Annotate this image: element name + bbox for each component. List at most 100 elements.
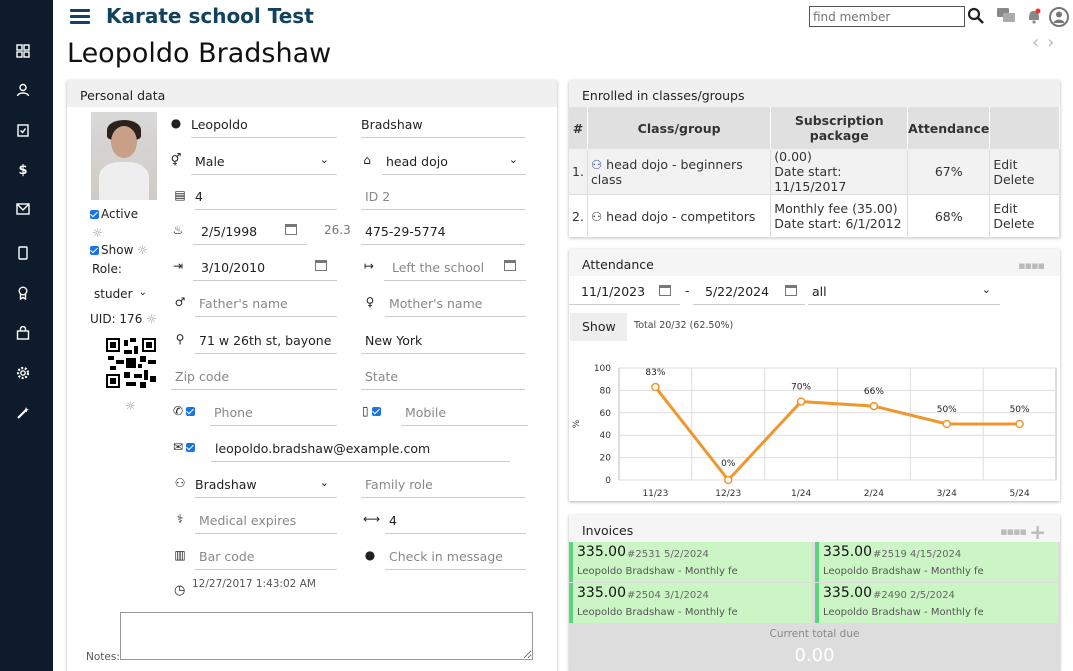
dollar-icon[interactable]: $ bbox=[15, 163, 31, 179]
checkin-message-field[interactable]: ● Check in message bbox=[365, 542, 526, 570]
add-invoice-icon[interactable]: + bbox=[1029, 520, 1046, 544]
id1-field[interactable]: ▤ 4 bbox=[174, 182, 337, 210]
email-checkbox[interactable] bbox=[186, 443, 196, 452]
prev-next-arrows[interactable]: ‹› bbox=[1032, 32, 1062, 53]
menu-icon[interactable] bbox=[70, 9, 90, 24]
column-header: Subscription package bbox=[770, 107, 909, 149]
x-tick-label: 12/23 bbox=[715, 489, 741, 499]
enrolled-header: Enrolled in classes/groups bbox=[569, 80, 1060, 107]
account-avatar-icon[interactable] bbox=[1049, 7, 1069, 27]
role-label: Role: bbox=[92, 262, 122, 276]
gender-select[interactable]: ⚥ Male ⌄ bbox=[171, 147, 337, 175]
dashboard-icon[interactable] bbox=[15, 44, 31, 60]
gear-icon[interactable] bbox=[15, 366, 31, 382]
search-input[interactable] bbox=[809, 6, 965, 27]
group-link[interactable]: ⚇ head dojo - competitors bbox=[587, 194, 772, 238]
invoice-item[interactable]: 335.00 #2519 4/15/2024 Leopoldo Bradshaw -… bbox=[815, 542, 1058, 582]
first-name-field[interactable]: ● Leopoldo bbox=[171, 110, 337, 138]
ssn-field[interactable]: 475-29-5774 bbox=[361, 217, 525, 245]
calendar-icon[interactable] bbox=[285, 224, 297, 235]
mail-icon[interactable] bbox=[15, 203, 31, 219]
user-icon[interactable] bbox=[15, 83, 31, 99]
calendar-icon[interactable] bbox=[659, 285, 671, 296]
male-icon: ♂ bbox=[174, 295, 186, 309]
barcode-field[interactable]: ▥ Bar code bbox=[174, 542, 337, 570]
attendance-show-button[interactable]: Show bbox=[570, 313, 627, 341]
table-header-row: # Class/group Subscription package Atten… bbox=[569, 107, 1060, 149]
address-field[interactable]: ⚲ 71 w 26th st, bayone bbox=[176, 326, 337, 354]
family-role-field[interactable]: Family role bbox=[361, 470, 525, 498]
family-select[interactable]: ⚇ Bradshaw ⌄ bbox=[175, 470, 337, 498]
lightbulb-icon[interactable]: ☼ bbox=[125, 399, 136, 413]
shopping-bag-icon[interactable] bbox=[15, 325, 31, 342]
x-tick-label: 2/24 bbox=[864, 489, 884, 499]
belt-field[interactable]: ⟷ 4 bbox=[363, 506, 526, 534]
attendance-value[interactable]: 68% bbox=[907, 194, 991, 238]
group-link[interactable]: ⚇ head dojo - beginners class bbox=[587, 149, 772, 195]
calendar-icon[interactable] bbox=[504, 260, 516, 271]
magic-wand-icon[interactable] bbox=[15, 406, 31, 422]
role-value: studer bbox=[94, 287, 133, 301]
calendar-icon[interactable] bbox=[315, 260, 327, 271]
notes-label: Notes: bbox=[86, 651, 120, 663]
attendance-total: Total 20/32 (62.50%) bbox=[634, 320, 734, 331]
notes-textarea[interactable] bbox=[120, 612, 533, 660]
attendance-filter-select[interactable]: all ⌄ bbox=[808, 278, 1000, 305]
data-label: 50% bbox=[1010, 405, 1030, 415]
sidebar: $ bbox=[0, 0, 53, 671]
notification-bell-icon[interactable] bbox=[1025, 7, 1045, 27]
home-dojo-select[interactable]: ⌂ head dojo ⌄ bbox=[363, 147, 526, 175]
active-checkbox[interactable]: Active bbox=[90, 207, 138, 221]
lightbulb-icon[interactable]: ☼ bbox=[146, 312, 157, 326]
phone-field[interactable]: Phone bbox=[210, 398, 337, 426]
role-select[interactable]: studer ⌄ bbox=[94, 287, 149, 301]
sign-out-icon: ↦ bbox=[363, 259, 375, 273]
invoice-item[interactable]: 335.00 #2504 3/1/2024 Leopoldo Bradshaw - … bbox=[569, 583, 812, 623]
member-photo[interactable] bbox=[91, 112, 157, 200]
state-field[interactable]: State bbox=[361, 362, 525, 390]
zip-field[interactable]: Zip code bbox=[171, 362, 337, 390]
more-dots-icon[interactable]: ▪▪▪▪ bbox=[1000, 525, 1027, 538]
edit-delete-actions[interactable]: Edit Delete bbox=[989, 194, 1060, 238]
medical-expires-field[interactable]: ⚕ Medical expires bbox=[177, 506, 337, 534]
age-value: 26.3 bbox=[324, 223, 351, 237]
left-date-field[interactable]: ↦ Left the school bbox=[364, 253, 526, 281]
id2-field[interactable]: ID 2 bbox=[361, 182, 525, 210]
mobile-sms-checkbox[interactable] bbox=[371, 407, 381, 416]
search-icon[interactable] bbox=[967, 7, 987, 27]
date-separator: - bbox=[685, 284, 690, 298]
lightbulb-icon[interactable]: ☼ bbox=[92, 226, 103, 240]
city-field[interactable]: New York bbox=[361, 326, 525, 354]
last-name-field[interactable]: Bradshaw bbox=[361, 110, 525, 138]
chat-icon[interactable] bbox=[996, 7, 1016, 27]
invoice-item[interactable]: 335.00 #2490 2/5/2024 Leopoldo Bradshaw - … bbox=[815, 583, 1058, 623]
chevron-down-icon: ⌄ bbox=[138, 287, 147, 298]
sign-in-icon: ⇥ bbox=[172, 259, 184, 273]
invoice-item[interactable]: 335.00 #2531 5/2/2024 Leopoldo Bradshaw - … bbox=[569, 542, 812, 582]
email-field[interactable]: leopoldo.bradshaw@example.com bbox=[211, 434, 510, 462]
edit-delete-actions[interactable]: Edit Delete bbox=[989, 149, 1060, 195]
lightbulb-icon[interactable]: ☼ bbox=[137, 243, 148, 257]
award-icon[interactable] bbox=[15, 286, 31, 302]
users-icon: ⚇ bbox=[590, 156, 603, 172]
birthdate-field[interactable]: ♨ 2/5/1998 bbox=[173, 217, 307, 245]
mother-name-field[interactable]: ♀ Mother's name bbox=[366, 289, 526, 317]
uid-label: UID: 176 ☼ bbox=[90, 312, 157, 326]
attendance-value[interactable]: 67% bbox=[907, 149, 991, 195]
mobile-field[interactable]: Mobile bbox=[401, 398, 528, 426]
current-total-due-value: 0.00 bbox=[794, 645, 835, 666]
show-checkbox[interactable]: Show ☼ bbox=[90, 243, 148, 257]
father-name-field[interactable]: ♂ Father's name bbox=[175, 289, 337, 317]
more-dots-icon[interactable]: ▪▪▪▪ bbox=[1018, 259, 1045, 272]
mobile-icon[interactable] bbox=[15, 246, 31, 262]
attendance-date-to[interactable]: 5/22/2024 bbox=[693, 278, 805, 305]
attendance-chart: 0 20 40 60 80 100 11/23 12/23 1/24 2/24 3/24 5/24% 8… bbox=[572, 364, 1057, 499]
calendar-icon[interactable] bbox=[785, 285, 797, 296]
joined-date-field[interactable]: ⇥ 3/10/2010 bbox=[173, 253, 337, 281]
y-axis-label: % bbox=[572, 419, 582, 428]
phone-sms-checkbox[interactable] bbox=[186, 407, 196, 416]
active-label: Active bbox=[101, 207, 139, 221]
attendance-date-from[interactable]: 11/1/2023 bbox=[569, 278, 680, 305]
arrows-horizontal-icon: ⟷ bbox=[363, 512, 381, 526]
clipboard-check-icon[interactable] bbox=[15, 123, 31, 139]
